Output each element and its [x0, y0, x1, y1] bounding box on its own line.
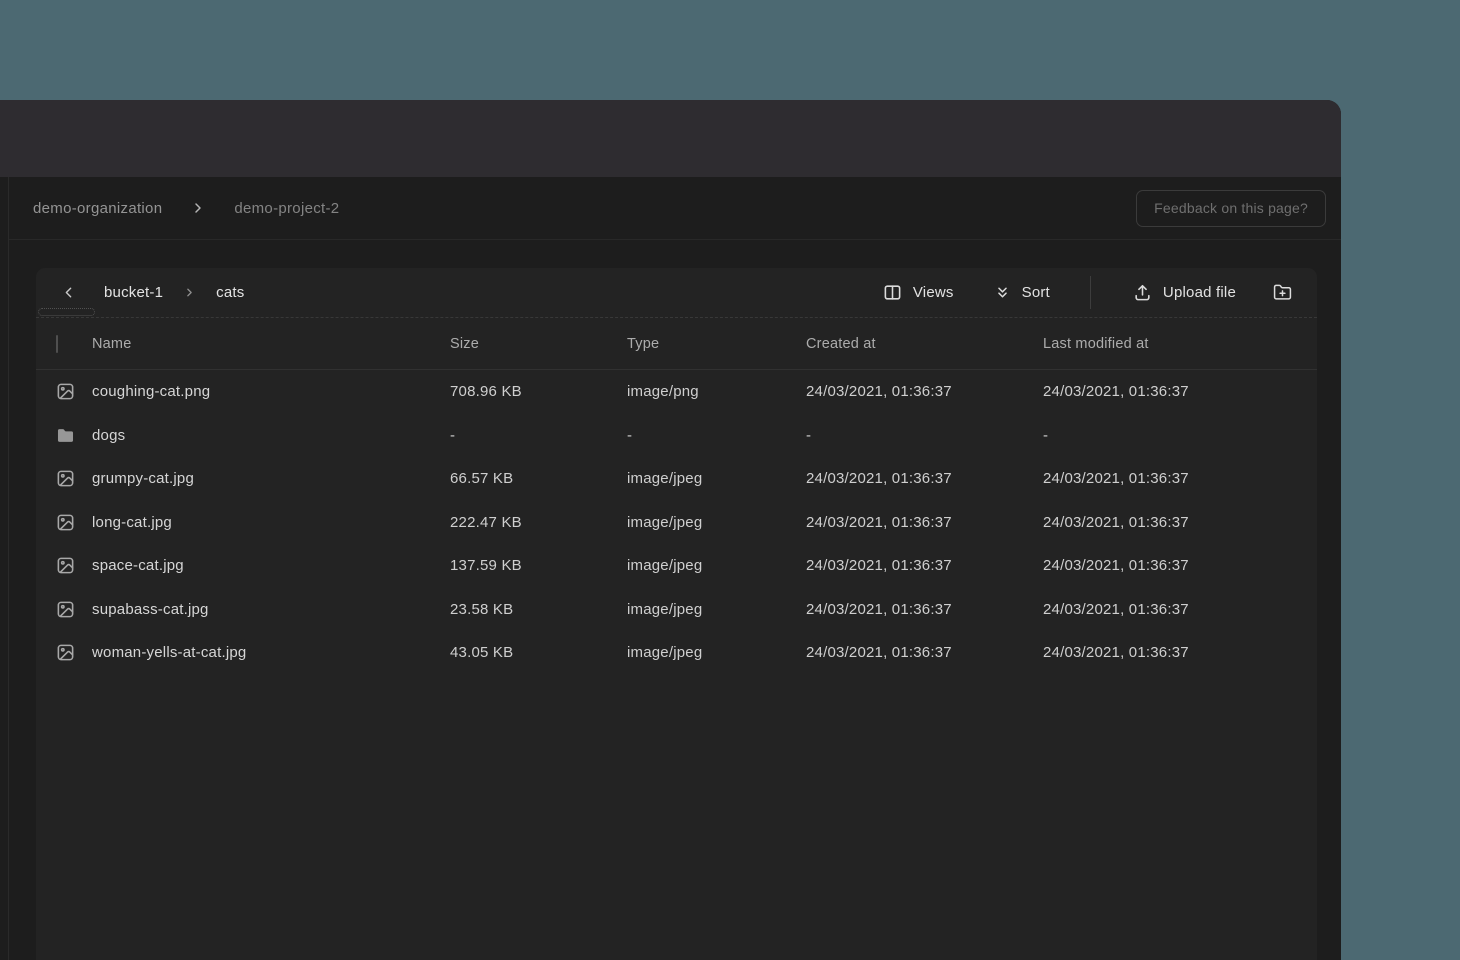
file-size: 708.96 KB — [450, 383, 627, 400]
file-size: 222.47 KB — [450, 514, 627, 531]
file-type: image/jpeg — [627, 601, 806, 618]
table-row[interactable]: space-cat.jpg 137.59 KB image/jpeg 24/03… — [36, 544, 1317, 588]
file-size: 66.57 KB — [450, 470, 627, 487]
row-type-icon — [56, 643, 92, 662]
app-window: demo-organization demo-project-2 Feedbac… — [0, 100, 1341, 960]
file-size: 23.58 KB — [450, 601, 627, 618]
file-type: image/jpeg — [627, 470, 806, 487]
file-name: space-cat.jpg — [92, 557, 450, 574]
chevrons-down-icon — [994, 284, 1011, 301]
file-size: 137.59 KB — [450, 557, 627, 574]
file-created-at: 24/03/2021, 01:36:37 — [806, 470, 1043, 487]
explorer-toolbar: bucket-1 cats Views Sort — [36, 268, 1317, 318]
breadcrumb-project[interactable]: demo-project-2 — [234, 200, 339, 217]
file-created-at: 24/03/2021, 01:36:37 — [806, 383, 1043, 400]
file-name: supabass-cat.jpg — [92, 601, 450, 618]
image-file-icon — [56, 513, 75, 532]
file-type: - — [627, 427, 806, 444]
file-created-at: 24/03/2021, 01:36:37 — [806, 557, 1043, 574]
org-breadcrumb-bar: demo-organization demo-project-2 Feedbac… — [9, 177, 1341, 240]
image-file-icon — [56, 600, 75, 619]
image-file-icon — [56, 643, 75, 662]
table-row[interactable]: woman-yells-at-cat.jpg 43.05 KB image/jp… — [36, 631, 1317, 675]
file-modified-at: 24/03/2021, 01:36:37 — [1043, 514, 1317, 531]
image-file-icon — [56, 556, 75, 575]
views-button[interactable]: Views — [883, 283, 954, 302]
column-header-name: Name — [92, 336, 450, 352]
file-modified-at: 24/03/2021, 01:36:37 — [1043, 601, 1317, 618]
folder-plus-icon — [1273, 283, 1292, 302]
drop-outline-fragment — [38, 308, 95, 316]
new-folder-button[interactable] — [1273, 283, 1292, 302]
file-created-at: 24/03/2021, 01:36:37 — [806, 601, 1043, 618]
breadcrumb-organization[interactable]: demo-organization — [33, 200, 162, 217]
upload-file-button[interactable]: Upload file — [1133, 283, 1236, 302]
chevron-left-icon — [60, 284, 77, 301]
file-modified-at: 24/03/2021, 01:36:37 — [1043, 557, 1317, 574]
table-row[interactable]: supabass-cat.jpg 23.58 KB image/jpeg 24/… — [36, 588, 1317, 632]
row-type-icon — [56, 469, 92, 488]
storage-explorer-panel: bucket-1 cats Views Sort — [36, 268, 1317, 960]
toolbar-actions: Views Sort Upload file — [883, 276, 1292, 309]
file-type: image/jpeg — [627, 557, 806, 574]
table-row[interactable]: coughing-cat.png 708.96 KB image/png 24/… — [36, 370, 1317, 414]
file-list: coughing-cat.png 708.96 KB image/png 24/… — [36, 370, 1317, 675]
row-type-icon — [56, 556, 92, 575]
file-size: 43.05 KB — [450, 644, 627, 661]
select-all-checkbox[interactable] — [56, 335, 58, 353]
table-header-row: Name Size Type Created at Last modified … — [36, 318, 1317, 370]
image-file-icon — [56, 469, 75, 488]
path-bucket[interactable]: bucket-1 — [104, 284, 163, 301]
upload-icon — [1133, 283, 1152, 302]
file-name: dogs — [92, 427, 450, 444]
chevron-right-icon — [190, 200, 206, 216]
left-rail-divider — [8, 177, 9, 960]
table-row[interactable]: grumpy-cat.jpg 66.57 KB image/jpeg 24/03… — [36, 457, 1317, 501]
feedback-button[interactable]: Feedback on this page? — [1136, 190, 1326, 227]
file-created-at: 24/03/2021, 01:36:37 — [806, 644, 1043, 661]
views-label: Views — [913, 284, 954, 301]
file-name: woman-yells-at-cat.jpg — [92, 644, 450, 661]
path-breadcrumb: bucket-1 cats — [104, 284, 244, 301]
file-modified-at: 24/03/2021, 01:36:37 — [1043, 383, 1317, 400]
window-titlebar — [0, 100, 1341, 177]
file-name: coughing-cat.png — [92, 383, 450, 400]
file-created-at: - — [806, 427, 1043, 444]
path-current-folder[interactable]: cats — [216, 284, 244, 301]
file-name: grumpy-cat.jpg — [92, 470, 450, 487]
column-header-last-modified-at: Last modified at — [1043, 336, 1317, 352]
sort-button[interactable]: Sort — [994, 284, 1050, 301]
file-type: image/png — [627, 383, 806, 400]
file-name: long-cat.jpg — [92, 514, 450, 531]
row-type-icon — [56, 513, 92, 532]
sort-label: Sort — [1022, 284, 1050, 301]
column-header-type: Type — [627, 336, 806, 352]
back-button[interactable] — [54, 279, 82, 307]
column-header-created-at: Created at — [806, 336, 1043, 352]
upload-file-label: Upload file — [1163, 284, 1236, 301]
row-type-icon — [56, 426, 92, 445]
file-type: image/jpeg — [627, 644, 806, 661]
file-size: - — [450, 427, 627, 444]
folder-icon — [56, 426, 75, 445]
file-modified-at: 24/03/2021, 01:36:37 — [1043, 470, 1317, 487]
file-created-at: 24/03/2021, 01:36:37 — [806, 514, 1043, 531]
column-header-size: Size — [450, 336, 627, 352]
file-modified-at: - — [1043, 427, 1317, 444]
file-type: image/jpeg — [627, 514, 806, 531]
image-file-icon — [56, 382, 75, 401]
table-row[interactable]: dogs - - - - — [36, 414, 1317, 458]
chevron-right-icon — [183, 286, 196, 299]
row-type-icon — [56, 382, 92, 401]
table-row[interactable]: long-cat.jpg 222.47 KB image/jpeg 24/03/… — [36, 501, 1317, 545]
row-type-icon — [56, 600, 92, 619]
toolbar-divider — [1090, 276, 1091, 309]
columns-icon — [883, 283, 902, 302]
file-modified-at: 24/03/2021, 01:36:37 — [1043, 644, 1317, 661]
